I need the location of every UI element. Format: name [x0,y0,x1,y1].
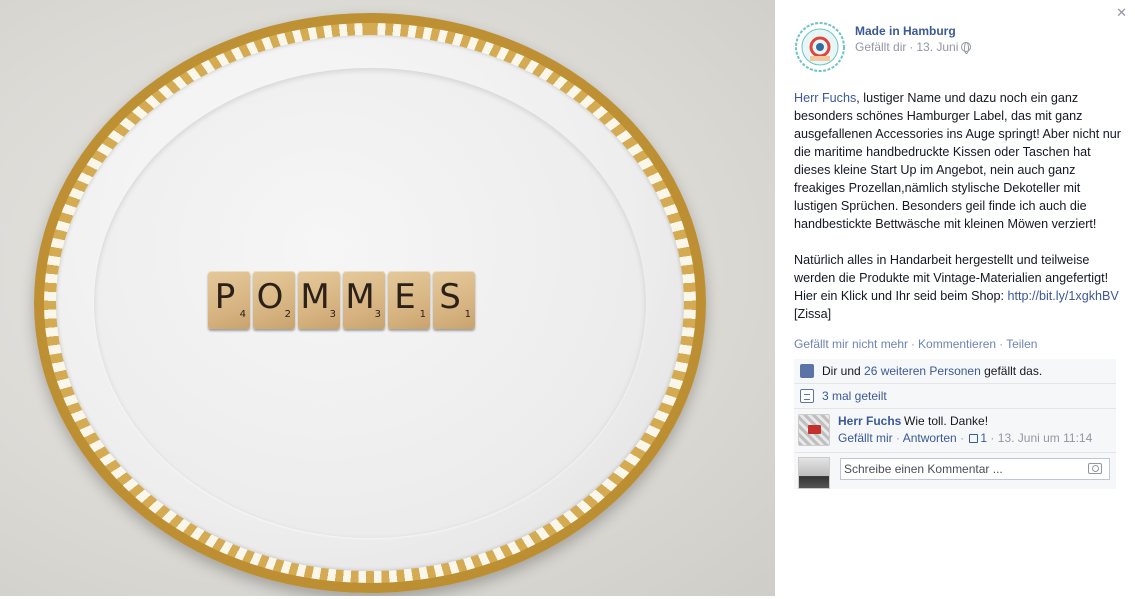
scrabble-tile: M 3 [343,271,385,329]
feedback-box: Dir und 26 weiteren Personen gefällt das… [794,359,1116,489]
thumbs-up-icon [800,364,814,378]
post-paragraph-text: , lustiger Name und dazu noch ein ganz b… [794,91,1121,231]
scrabble-tile: P 4 [208,271,250,329]
comment-time[interactable]: 13. Juni um 11:14 [998,431,1093,445]
shop-link[interactable]: http://bit.ly/1xgkhBV [1008,289,1119,303]
tile-score: 3 [374,309,381,320]
tile-letter: E [394,277,416,317]
likes-row: Dir und 26 weiteren Personen gefällt das… [794,359,1116,384]
post-text: Herr Fuchs, lustiger Name und dazu noch … [794,89,1124,323]
comment-input[interactable] [840,458,1110,480]
post-signature: [Zissa] [794,307,832,321]
post-actions: Gefällt mir nicht mehr · Kommentieren · Teil… [794,337,1038,351]
post-paragraph: Herr Fuchs, lustiger Name und dazu noch … [794,89,1124,233]
comment-reply-link[interactable]: Antworten [903,431,957,445]
share-icon [800,389,814,403]
post-paragraph: Natürlich alles in Handarbeit hergestell… [794,251,1124,323]
write-comment-row [794,453,1116,489]
scrabble-tile: S 1 [433,271,475,329]
shares-link[interactable]: 3 mal geteilt [822,389,887,403]
tile-letter: M [345,277,375,317]
shares-row: 3 mal geteilt [794,384,1116,409]
comment-item: Herr Fuchs Wie toll. Danke! Gefällt mir … [794,409,1116,453]
tile-score: 3 [329,309,336,320]
comment-like-link[interactable]: Gefällt mir [838,431,893,445]
post-photo: P 4 O 2 M 3 M 3 E 1 S 1 [0,0,775,599]
unlike-link[interactable]: Gefällt mir nicht mehr [794,337,908,351]
tile-letter: O [256,277,284,317]
comment-text: Wie toll. Danke! [904,414,989,428]
comment-meta: Gefällt mir · Antworten · 1 · 13. Juni u… [838,431,1093,445]
tile-letter: S [439,277,461,317]
comment-like-count[interactable]: 1 [980,431,987,445]
tile-letter: P [214,277,236,317]
post-date[interactable]: 13. Juni [916,40,958,54]
liked-status: Gefällt dir [855,40,907,54]
globe-icon[interactable] [961,42,972,54]
close-icon[interactable]: ✕ [1116,5,1127,21]
post-side-panel: ✕ Made in Hamburg Gefällt dir · 13. Juni H… [775,0,1135,596]
post-meta: Gefällt dir · 13. Juni [855,40,972,54]
commenter-avatar[interactable] [798,414,830,446]
share-link[interactable]: Teilen [1006,337,1037,351]
likes-prefix: Dir und [822,364,865,378]
scrabble-tile: M 3 [298,271,340,329]
tile-score: 1 [464,309,471,320]
thumbs-up-icon [969,434,979,443]
scrabble-tile: E 1 [388,271,430,329]
scrabble-tile: O 2 [253,271,295,329]
tile-score: 1 [419,309,426,320]
scrabble-tiles: P 4 O 2 M 3 M 3 E 1 S 1 [208,271,475,329]
commenter-name[interactable]: Herr Fuchs [838,414,901,428]
likers-link[interactable]: 26 weiteren Personen [864,364,981,378]
page-name-link[interactable]: Made in Hamburg [855,24,956,38]
tile-letter: M [300,277,330,317]
page-avatar[interactable] [795,22,845,72]
mention-link[interactable]: Herr Fuchs [794,91,856,105]
likes-suffix: gefällt das. [980,364,1043,378]
camera-icon[interactable] [1088,463,1102,474]
tile-score: 2 [284,309,291,320]
user-avatar [798,457,830,489]
tile-score: 4 [239,309,246,320]
comment-link[interactable]: Kommentieren [918,337,996,351]
